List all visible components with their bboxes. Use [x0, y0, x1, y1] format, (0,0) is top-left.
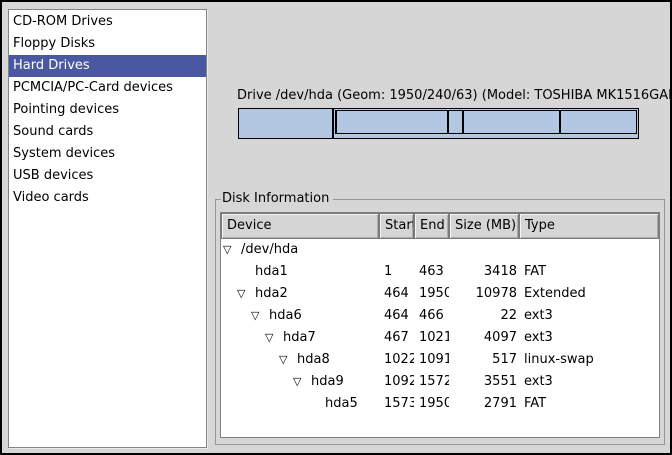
sidebar-item-system-devices[interactable]: System devices: [9, 143, 206, 165]
cell-device: ▽hda9: [221, 371, 379, 393]
cell-end: 466: [414, 305, 449, 327]
partition-segment-hda2: [333, 108, 639, 139]
cell-end: 463: [414, 261, 449, 283]
table-row-hda1[interactable]: hda1 14633418FAT: [221, 261, 659, 283]
tree-expander-icon[interactable]: ▽: [279, 349, 297, 371]
tree-indent: [221, 272, 237, 273]
table-row-hda2[interactable]: ▽hda2464195010978Extended: [221, 283, 659, 305]
cell-device: hda5: [221, 393, 379, 415]
disk-table: DeviceStartEndSize (MB)Type ▽/dev/hdahda…: [220, 212, 660, 438]
tree-expander-icon[interactable]: ▽: [251, 305, 269, 327]
cell-start: 464: [379, 283, 414, 305]
cell-end: 1950: [414, 283, 449, 305]
cell-end: 1021: [414, 327, 449, 349]
cell-size: 3551: [449, 371, 519, 393]
device-name: hda2: [255, 283, 288, 305]
cell-size: 10978: [449, 283, 519, 305]
cell-end: [414, 239, 449, 261]
device-name: hda1: [255, 261, 288, 283]
cell-start: 1022: [379, 349, 414, 371]
cell-type: linux-swap: [519, 349, 659, 371]
cell-type: ext3: [519, 371, 659, 393]
cell-start: [379, 239, 414, 261]
column-header-end[interactable]: End: [414, 213, 449, 239]
device-name: hda6: [269, 305, 302, 327]
cell-start: 464: [379, 305, 414, 327]
partition-segment-hda5: [560, 110, 637, 134]
table-row-hda7[interactable]: ▽hda746710214097ext3: [221, 327, 659, 349]
sidebar-item-sound-cards[interactable]: Sound cards: [9, 121, 206, 143]
cell-device: ▽hda2: [221, 283, 379, 305]
device-name: hda7: [283, 327, 316, 349]
cell-type: Extended: [519, 283, 659, 305]
device-name: hda5: [325, 393, 358, 415]
partition-segment-hda9: [463, 110, 561, 134]
tree-expander-icon[interactable]: ▽: [265, 327, 283, 349]
tree-indent: [221, 316, 251, 317]
cell-end: 1950: [414, 393, 449, 415]
table-header: DeviceStartEndSize (MB)Type: [221, 213, 659, 239]
table-body: ▽/dev/hdahda114633418FAT▽hda246419501097…: [221, 239, 659, 437]
device-name: hda9: [311, 371, 344, 393]
partition-segment-hda1: [238, 108, 333, 139]
column-header-device[interactable]: Device: [221, 213, 379, 239]
extended-partition-area: [335, 110, 637, 134]
device-name: hda8: [297, 349, 330, 371]
disk-information-label: Disk Information: [221, 191, 333, 206]
column-header-start[interactable]: Start: [379, 213, 414, 239]
drive-title: Drive /dev/hda (Geom: 1950/240/63) (Mode…: [237, 88, 672, 103]
cell-size: [449, 239, 519, 261]
cell-type: FAT: [519, 393, 659, 415]
cell-device: ▽hda6: [221, 305, 379, 327]
cell-size: 22: [449, 305, 519, 327]
cell-start: 1: [379, 261, 414, 283]
partition-segment-hda8: [448, 110, 462, 134]
hardware-browser-window: { "colors": { "window_bg": "#d6d6d6", "s…: [0, 0, 672, 455]
device-name: /dev/hda: [241, 239, 298, 261]
cell-device: ▽hda8: [221, 349, 379, 371]
cell-size: 4097: [449, 327, 519, 349]
cell-end: 1091: [414, 349, 449, 371]
disk-information-frame: Disk Information DeviceStartEndSize (MB)…: [215, 199, 665, 445]
cell-type: [519, 239, 659, 261]
cell-start: 1573: [379, 393, 414, 415]
sidebar-item-pcmcia-pc-card-devices[interactable]: PCMCIA/PC-Card devices: [9, 77, 206, 99]
cell-device: hda1: [221, 261, 379, 283]
tree-indent: [221, 338, 265, 339]
tree-indent: [221, 404, 307, 405]
table-row-hda5[interactable]: hda5 157319502791FAT: [221, 393, 659, 415]
sidebar-item-usb-devices[interactable]: USB devices: [9, 165, 206, 187]
table-row-hda9[interactable]: ▽hda9109215723551ext3: [221, 371, 659, 393]
sidebar-item-floppy-disks[interactable]: Floppy Disks: [9, 33, 206, 55]
table-row-hda8[interactable]: ▽hda810221091517linux-swap: [221, 349, 659, 371]
cell-type: FAT: [519, 261, 659, 283]
cell-size: 2791: [449, 393, 519, 415]
tree-indent: [221, 382, 293, 383]
cell-type: ext3: [519, 327, 659, 349]
cell-device: ▽hda7: [221, 327, 379, 349]
cell-type: ext3: [519, 305, 659, 327]
partition-bar: [238, 108, 639, 139]
column-header-size-mb[interactable]: Size (MB): [449, 213, 519, 239]
sidebar-item-hard-drives[interactable]: Hard Drives: [9, 55, 206, 77]
tree-expander-icon[interactable]: ▽: [293, 371, 311, 393]
cell-end: 1572: [414, 371, 449, 393]
sidebar-item-video-cards[interactable]: Video cards: [9, 187, 206, 209]
tree-indent: [221, 294, 237, 295]
tree-expander-icon[interactable]: ▽: [237, 283, 255, 305]
cell-size: 3418: [449, 261, 519, 283]
sidebar-item-pointing-devices[interactable]: Pointing devices: [9, 99, 206, 121]
tree-expander-icon[interactable]: ▽: [223, 239, 241, 261]
cell-device: ▽/dev/hda: [221, 239, 379, 261]
tree-indent: [221, 360, 279, 361]
cell-start: 467: [379, 327, 414, 349]
device-category-list: CD-ROM DrivesFloppy DisksHard DrivesPCMC…: [8, 9, 207, 448]
sidebar-item-cd-rom-drives[interactable]: CD-ROM Drives: [9, 11, 206, 33]
cell-start: 1092: [379, 371, 414, 393]
table-row-dev-hda[interactable]: ▽/dev/hda: [221, 239, 659, 261]
cell-size: 517: [449, 349, 519, 371]
partition-segment-hda7: [336, 110, 449, 134]
table-row-hda6[interactable]: ▽hda646446622ext3: [221, 305, 659, 327]
column-header-type[interactable]: Type: [519, 213, 659, 239]
